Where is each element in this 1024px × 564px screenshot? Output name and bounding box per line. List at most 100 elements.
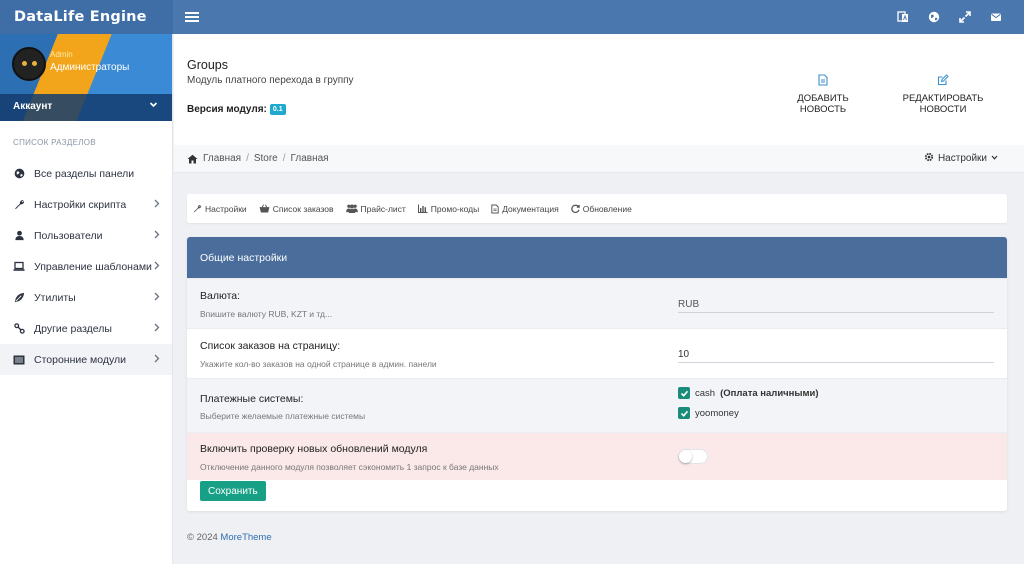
profile-group: Администраторы (50, 62, 130, 73)
translate-icon[interactable] (896, 11, 909, 24)
setting-row-payments: Платежные системы: Выберите желаемые пла… (187, 378, 1007, 432)
expand-icon[interactable] (958, 11, 971, 24)
card-title: Общие настройки (187, 237, 1007, 278)
tab-label: Прайс-лист (360, 203, 406, 214)
brand-logo[interactable]: DataLife Engine (0, 0, 173, 34)
sidebar-item-utilities[interactable]: Утилиты (0, 282, 172, 313)
setting-description: Выберите желаемые платежные системы (200, 411, 366, 421)
checkmark-icon (678, 407, 690, 419)
account-label[interactable]: Аккаунт (13, 101, 52, 112)
tab-documentation[interactable]: Документация (491, 204, 559, 214)
sidebar-item-templates[interactable]: Управление шаблонами (0, 251, 172, 282)
breadcrumb-item-current: Главная (290, 153, 329, 164)
payment-checkbox-cash[interactable]: cash (Оплата наличными) (678, 387, 819, 399)
copyright: © 2024 (187, 532, 218, 543)
sidebar-item-label: Утилиты (34, 291, 76, 304)
updates-toggle[interactable] (678, 449, 708, 464)
sidebar-item-other[interactable]: Другие разделы (0, 313, 172, 344)
user-icon (13, 230, 25, 242)
payment-option-name: yoomoney (695, 407, 739, 419)
version-badge: 0.1 (269, 104, 286, 115)
tab-label: Список заказов (272, 203, 334, 214)
chevron-down-icon[interactable] (149, 100, 158, 112)
avatar[interactable] (12, 47, 46, 81)
users-icon (345, 204, 358, 213)
setting-label: Платежные системы: (200, 393, 304, 405)
menu-toggle-icon[interactable] (185, 10, 199, 24)
setting-label: Список заказов на страницу: (200, 340, 341, 352)
globe-icon (13, 168, 25, 180)
payment-checkbox-yoomoney[interactable]: yoomoney (678, 407, 739, 419)
setting-row-orders-per-page: Список заказов на страницу: Укажите кол-… (187, 328, 1007, 378)
settings-dropdown[interactable]: Настройки (924, 152, 998, 165)
tab-settings[interactable]: Настройки (193, 204, 247, 214)
setting-label: Включить проверку новых обновлений модул… (200, 443, 428, 455)
sidebar-item-third-party-modules[interactable]: Сторонние модули (0, 344, 172, 375)
chevron-right-icon (153, 199, 160, 210)
gear-icon (924, 152, 934, 165)
setting-description: Отключение данного модуля позволяет сэко… (200, 462, 499, 472)
tab-price-list[interactable]: Прайс-лист (345, 203, 406, 214)
edit-news-button[interactable]: РЕДАКТИРОВАТЬ НОВОСТИ (884, 74, 1002, 115)
sidebar-item-label: Другие разделы (34, 322, 112, 335)
setting-label: Валюта: (200, 290, 241, 302)
setting-description: Укажите кол-во заказов на одной странице… (200, 359, 437, 369)
tab-orders[interactable]: Список заказов (259, 204, 334, 214)
mail-icon[interactable] (989, 11, 1002, 24)
sidebar-item-label: Все разделы панели (34, 167, 135, 180)
section-title: Список разделов (13, 138, 96, 147)
setting-description: Впишите валюту RUB, KZT и тд... (200, 309, 333, 319)
sidebar-item-label: Управление шаблонами (34, 260, 152, 273)
chevron-right-icon (153, 261, 160, 272)
sidebar-item-script-settings[interactable]: Настройки скрипта (0, 189, 172, 220)
tab-label: Промо-коды (430, 203, 480, 214)
version-label: Версия модуля: (187, 104, 267, 115)
settings-dropdown-label: Настройки (937, 153, 987, 164)
breadcrumb-item[interactable]: Главная (203, 153, 241, 164)
module-version: Версия модуля: 0.1 (187, 104, 286, 115)
breadcrumb-separator: / (246, 153, 249, 164)
setting-row-currency: Валюта: Впишите валюту RUB, KZT и тд... (187, 278, 1007, 328)
chevron-right-icon (153, 292, 160, 303)
tab-promo-codes[interactable]: Промо-коды (417, 203, 480, 214)
home-icon[interactable] (187, 154, 198, 164)
setting-row-updates: Включить проверку новых обновлений модул… (187, 432, 1007, 480)
chevron-right-icon (153, 354, 160, 365)
sidebar: Admin Администраторы Аккаунт Список разд… (0, 34, 173, 564)
chevron-right-icon (153, 230, 160, 241)
payment-option-name: cash (695, 387, 716, 399)
link-icon (13, 323, 25, 335)
currency-input[interactable] (678, 297, 994, 313)
tab-update[interactable]: Обновление (571, 204, 632, 214)
globe-icon[interactable] (927, 11, 940, 24)
document-icon (491, 204, 499, 214)
top-bar: DataLife Engine (0, 0, 1024, 34)
bar-chart-icon (417, 204, 428, 213)
tab-label: Настройки (205, 203, 247, 214)
chevron-down-icon (991, 153, 998, 164)
sidebar-item-label: Сторонние модули (34, 353, 126, 366)
breadcrumb-item[interactable]: Store (254, 153, 278, 164)
sidebar-item-all-sections[interactable]: Все разделы панели (0, 158, 172, 189)
sidebar-menu: Все разделы панели Настройки скрипта Пол… (0, 158, 172, 375)
chevron-right-icon (153, 323, 160, 334)
payment-option-note: (Оплата наличными) (720, 387, 819, 399)
profile-role: Admin (50, 50, 73, 59)
checkmark-icon (678, 387, 690, 399)
footer-link[interactable]: MoreTheme (220, 532, 271, 543)
tab-label: Документация (502, 203, 559, 214)
refresh-icon (571, 204, 580, 213)
orders-per-page-input[interactable] (678, 347, 994, 363)
page-header: Groups Модуль платного перехода в группу… (174, 34, 1024, 145)
page-subtitle: Модуль платного перехода в группу (187, 75, 354, 86)
profile-panel: Admin Администраторы Аккаунт (0, 34, 172, 121)
sidebar-item-users[interactable]: Пользователи (0, 220, 172, 251)
footer: © 2024 MoreTheme (187, 532, 272, 543)
add-news-button[interactable]: ДОБАВИТЬ НОВОСТЬ (778, 74, 868, 115)
laptop-icon (13, 261, 25, 273)
sidebar-item-label: Настройки скрипта (34, 198, 127, 211)
add-news-label: ДОБАВИТЬ НОВОСТЬ (797, 93, 849, 115)
module-tabs: Настройки Список заказов Прайс-лист Пром… (187, 194, 1007, 223)
save-button[interactable]: Сохранить (200, 481, 266, 501)
top-icons (896, 11, 1024, 24)
